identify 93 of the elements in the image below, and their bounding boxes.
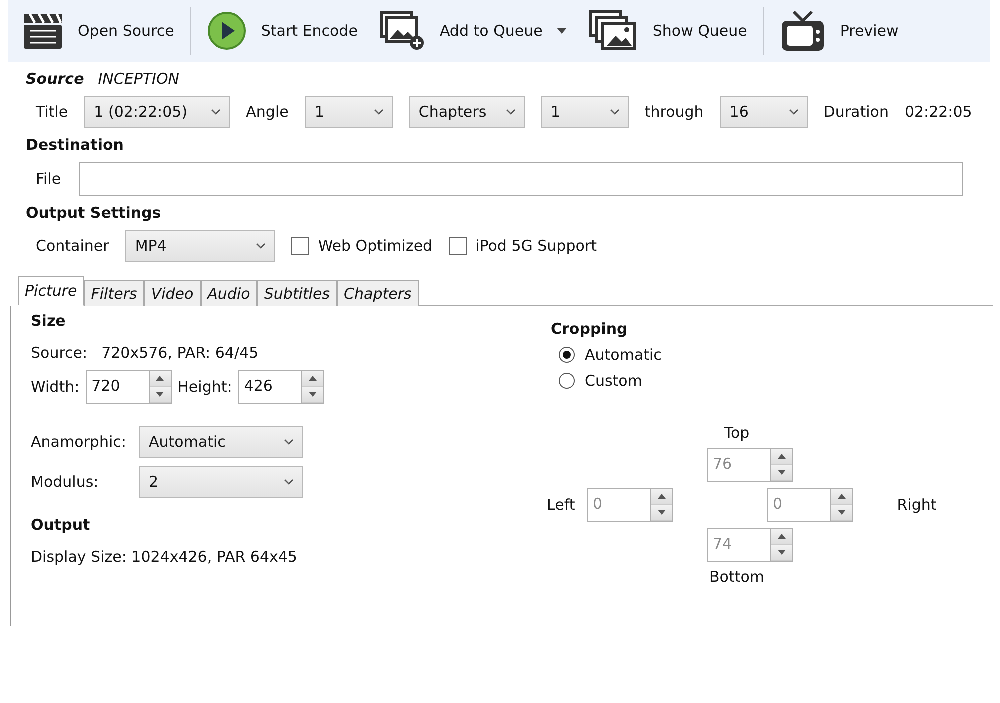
spin-up-button[interactable] — [302, 371, 324, 387]
chevron-down-icon — [284, 439, 294, 445]
tab[interactable]: Filters — [84, 280, 144, 306]
toolbar-button[interactable]: Preview — [774, 5, 905, 57]
spin-down-button[interactable] — [771, 545, 792, 561]
checkbox[interactable] — [448, 237, 467, 255]
spin-up-button[interactable] — [651, 489, 672, 505]
triangle-up-icon — [308, 376, 317, 381]
section-heading: Output Settings — [26, 204, 162, 222]
toolbar-button[interactable]: Add to Queue — [374, 5, 573, 57]
section-heading: Destination — [26, 136, 125, 154]
triangle-up-icon — [838, 494, 846, 499]
triangle-down-icon — [156, 392, 164, 397]
chevron-down-icon — [211, 109, 222, 115]
chevron-down-icon — [610, 109, 620, 115]
source-name: INCEPTION — [98, 70, 180, 88]
crop-label: Right — [897, 496, 937, 514]
section-heading: Cropping — [551, 320, 629, 338]
toolbar-button[interactable]: Show Queue — [582, 5, 754, 57]
triangle-down-icon — [778, 550, 786, 555]
height-spin-field[interactable]: 426 — [238, 370, 324, 404]
triangle-down-icon — [838, 510, 846, 515]
play-icon — [207, 11, 248, 51]
field-label: File — [36, 170, 62, 188]
tab[interactable]: Chapters — [337, 280, 419, 306]
tab[interactable]: Video — [144, 280, 201, 306]
pictures-stack-icon — [588, 10, 639, 52]
angle-dropdown[interactable]: 1 — [304, 96, 393, 128]
field-label: Height: — [178, 378, 232, 396]
duration-value: 02:22:05 — [904, 103, 972, 121]
checkbox-label: Web Optimized — [318, 237, 433, 255]
display-size-text: Display Size: 1024x426, PAR 64x45 — [31, 548, 298, 566]
radio-button[interactable] — [559, 373, 575, 389]
crop-label: Bottom — [709, 568, 765, 586]
range-end-dropdown[interactable]: 16 — [720, 96, 808, 128]
file-input-field[interactable] — [79, 162, 964, 196]
chevron-down-icon — [506, 109, 516, 115]
section-heading: Source — [26, 70, 84, 88]
triangle-up-icon — [778, 454, 786, 459]
radio-button[interactable] — [559, 347, 575, 363]
crop-label: Left — [547, 496, 576, 514]
triangle-down-icon — [308, 392, 317, 397]
field-label: through — [644, 103, 704, 121]
clapperboard-icon — [22, 11, 64, 51]
pictures-add-icon — [380, 11, 426, 51]
field-label: Modulus: — [31, 473, 100, 491]
field-label: Source: — [31, 344, 88, 362]
chevron-down-icon — [256, 243, 266, 249]
spin-down-button[interactable] — [771, 465, 792, 481]
radio-label: Automatic — [585, 346, 662, 364]
triangle-up-icon — [658, 494, 666, 499]
radio-label: Custom — [585, 372, 642, 390]
spin-up-button[interactable] — [771, 529, 792, 545]
title-dropdown[interactable]: 1 (02:22:05) — [84, 96, 230, 128]
checkbox[interactable] — [291, 237, 310, 255]
triangle-down-icon — [658, 510, 666, 515]
field-label: Anamorphic: — [31, 433, 128, 451]
spin-up-button[interactable] — [771, 449, 792, 465]
field-label: Container — [36, 237, 110, 255]
spin-down-button[interactable] — [150, 387, 171, 403]
dropdown-caret-icon — [556, 28, 567, 34]
chevron-down-icon — [374, 109, 384, 115]
range-mode-dropdown[interactable]: Chapters — [408, 96, 525, 128]
triangle-down-icon — [778, 470, 786, 475]
tv-icon — [780, 9, 826, 53]
field-label: Angle — [246, 103, 289, 121]
field-label: Width: — [31, 378, 80, 396]
field-label: Title — [36, 103, 68, 121]
crop-label: Top — [724, 424, 750, 442]
chevron-down-icon — [788, 109, 799, 115]
spin-down-button[interactable] — [651, 505, 672, 521]
tab[interactable]: Audio — [200, 280, 258, 306]
anamorphic-dropdown[interactable]: Automatic — [139, 426, 303, 458]
toolbar-button[interactable]: Open Source — [16, 5, 180, 57]
container-dropdown[interactable]: MP4 — [125, 230, 276, 262]
spin-up-button[interactable] — [150, 371, 171, 387]
spin-up-button[interactable] — [831, 489, 852, 505]
source-size-value: 720x576, PAR: 64/45 — [102, 344, 259, 362]
triangle-up-icon — [156, 376, 164, 381]
width-spin-field[interactable]: 720 — [86, 370, 172, 404]
range-start-dropdown[interactable]: 1 — [540, 96, 629, 128]
spin-down-button[interactable] — [302, 387, 324, 403]
triangle-up-icon — [778, 534, 786, 539]
section-heading: Output — [31, 516, 92, 534]
checkbox-label: iPod 5G Support — [476, 237, 597, 255]
field-label: Duration — [824, 103, 889, 121]
modulus-dropdown[interactable]: 2 — [139, 466, 303, 498]
section-heading: Size — [31, 312, 67, 330]
tab[interactable]: Picture — [18, 276, 84, 306]
chevron-down-icon — [284, 479, 294, 485]
spin-down-button[interactable] — [831, 505, 852, 521]
tab[interactable]: Subtitles — [257, 280, 338, 306]
toolbar-button[interactable]: Start Encode — [201, 5, 364, 57]
